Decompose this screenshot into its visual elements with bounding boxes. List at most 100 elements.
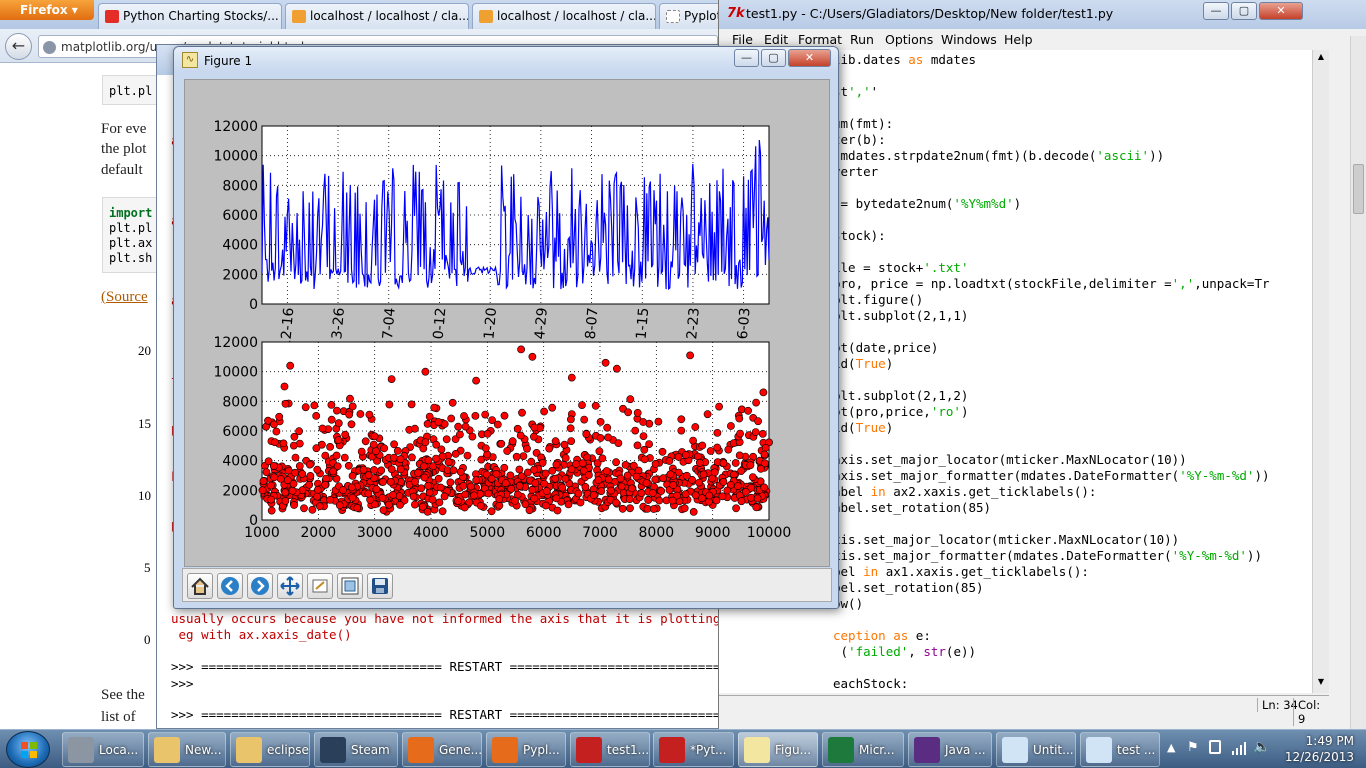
menu-file[interactable]: File	[732, 32, 753, 47]
taskbar-item[interactable]: Pypl...	[486, 732, 566, 767]
desktop-scrollbar[interactable]	[1350, 36, 1366, 729]
flag-icon[interactable]: ⚑	[1187, 740, 1199, 755]
scatter-point	[267, 495, 275, 504]
forward-button[interactable]	[247, 573, 273, 599]
show-hidden-icons[interactable]: ▲	[1167, 741, 1175, 754]
code-line: id(True)	[833, 420, 894, 435]
clock-date[interactable]: 12/26/2013	[1285, 750, 1354, 764]
x-tick-label: 8000	[639, 525, 675, 541]
menu-format[interactable]: Format	[798, 32, 842, 47]
maximize-button[interactable]: ▢	[1231, 2, 1257, 20]
start-button[interactable]	[6, 731, 50, 768]
taskbar-item[interactable]: New...	[148, 732, 226, 767]
menu-windows[interactable]: Windows	[941, 32, 997, 47]
clock-time[interactable]: 1:49 PM	[1306, 734, 1354, 748]
scatter-point	[759, 388, 768, 397]
back-button[interactable]: ←	[5, 33, 32, 60]
scatter-point	[266, 481, 275, 490]
scatter-point	[612, 498, 620, 507]
minimize-button[interactable]: —	[1203, 2, 1229, 20]
scatter-point	[420, 473, 429, 482]
volume-icon[interactable]: 🔈	[1253, 739, 1270, 755]
scatter-point	[530, 494, 539, 503]
source-link[interactable]: (Source	[101, 289, 148, 306]
menu-run[interactable]: Run	[850, 32, 874, 47]
scatter-point	[713, 443, 722, 452]
scatter-point	[682, 471, 691, 480]
taskbar-item-label: Untit...	[1033, 743, 1074, 757]
taskbar-item[interactable]: Untit...	[996, 732, 1076, 767]
taskbar-item[interactable]: *Pyt...	[653, 732, 734, 767]
close-button[interactable]: ✕	[788, 49, 831, 67]
scatter-point	[421, 367, 430, 376]
maximize-button[interactable]: ▢	[761, 49, 786, 67]
scatter-point	[528, 352, 537, 361]
taskbar-item[interactable]: Loca...	[62, 732, 144, 767]
scatter-point	[290, 501, 298, 509]
taskbar-item[interactable]: Gene...	[402, 732, 482, 767]
tab-phpmyadmin-1[interactable]: localhost / localhost / cla...	[285, 3, 469, 29]
x-tick-label: 8-07	[583, 307, 602, 340]
scatter-point	[434, 418, 443, 426]
scatter-point	[281, 488, 290, 497]
scatter-point	[594, 476, 603, 484]
scatter-point	[387, 375, 396, 383]
scatter-point	[691, 423, 700, 431]
scatter-point	[321, 451, 330, 460]
phpmyadmin-icon	[479, 10, 493, 23]
youtube-icon	[105, 10, 119, 23]
scatter-point	[626, 395, 635, 404]
scatter-point	[410, 500, 419, 509]
taskbar-item[interactable]: Micr...	[822, 732, 904, 767]
pan-button[interactable]	[277, 573, 303, 599]
scatter-point	[597, 487, 606, 495]
scatter-point	[761, 443, 770, 452]
scatter-point	[495, 495, 504, 503]
scatter-point	[624, 408, 632, 417]
code-line: st',''	[833, 84, 879, 99]
scatter-point	[369, 440, 378, 449]
minimize-button[interactable]: —	[734, 49, 759, 67]
app-icon	[1002, 737, 1028, 763]
configure-subplots-button[interactable]	[337, 573, 363, 599]
scatter-point	[735, 414, 744, 423]
zoom-button[interactable]	[307, 573, 333, 599]
firefox-menu-button[interactable]: Firefox ▾	[0, 0, 94, 20]
scatter-point	[626, 504, 634, 513]
code-line: mdates.strpdate2num(fmt)(b.decode('ascii…	[833, 148, 1165, 163]
scatter-point	[295, 427, 303, 436]
taskbar-item[interactable]: Steam	[314, 732, 398, 767]
scatter-point	[666, 470, 675, 479]
taskbar-item[interactable]: Java ...	[908, 732, 992, 767]
close-button[interactable]: ✕	[1259, 2, 1303, 20]
menu-options[interactable]: Options	[885, 32, 933, 47]
taskbar-item[interactable]: test ...	[1080, 732, 1160, 767]
scatter-point	[326, 495, 335, 504]
app-icon	[828, 737, 854, 763]
scatter-point	[612, 458, 620, 467]
home-button[interactable]	[187, 573, 213, 599]
figure-canvas[interactable]: 0200040006000800010000120002002-12-163-2…	[184, 79, 830, 567]
scatter-point	[674, 452, 683, 461]
scroll-up-icon[interactable]: ▲	[1315, 52, 1327, 64]
back-button[interactable]	[217, 573, 243, 599]
scroll-down-icon[interactable]: ▼	[1315, 677, 1327, 689]
tab-python-charting[interactable]: Python Charting Stocks/...	[98, 3, 282, 29]
scatter-point	[545, 444, 554, 453]
scroll-thumb[interactable]	[1353, 164, 1364, 214]
tab-phpmyadmin-2[interactable]: localhost / localhost / cla...	[472, 3, 656, 29]
scatter-point	[385, 400, 394, 409]
network-icon[interactable]	[1209, 740, 1221, 754]
scatter-point	[677, 415, 686, 424]
taskbar-item[interactable]: Figu...	[738, 732, 818, 767]
x-tick-label: 3000	[357, 525, 393, 541]
menu-help[interactable]: Help	[1004, 32, 1033, 47]
shell-restart-line: >>> ================================ RES…	[171, 659, 751, 674]
editor-scrollbar[interactable]: ▲ ▼	[1312, 50, 1329, 693]
signal-icon[interactable]	[1231, 740, 1247, 756]
save-button[interactable]	[367, 573, 393, 599]
menu-edit[interactable]: Edit	[764, 32, 788, 47]
taskbar-item[interactable]: test1...	[570, 732, 650, 767]
taskbar-item[interactable]: eclipse	[230, 732, 310, 767]
taskbar-item-label: New...	[185, 743, 222, 757]
